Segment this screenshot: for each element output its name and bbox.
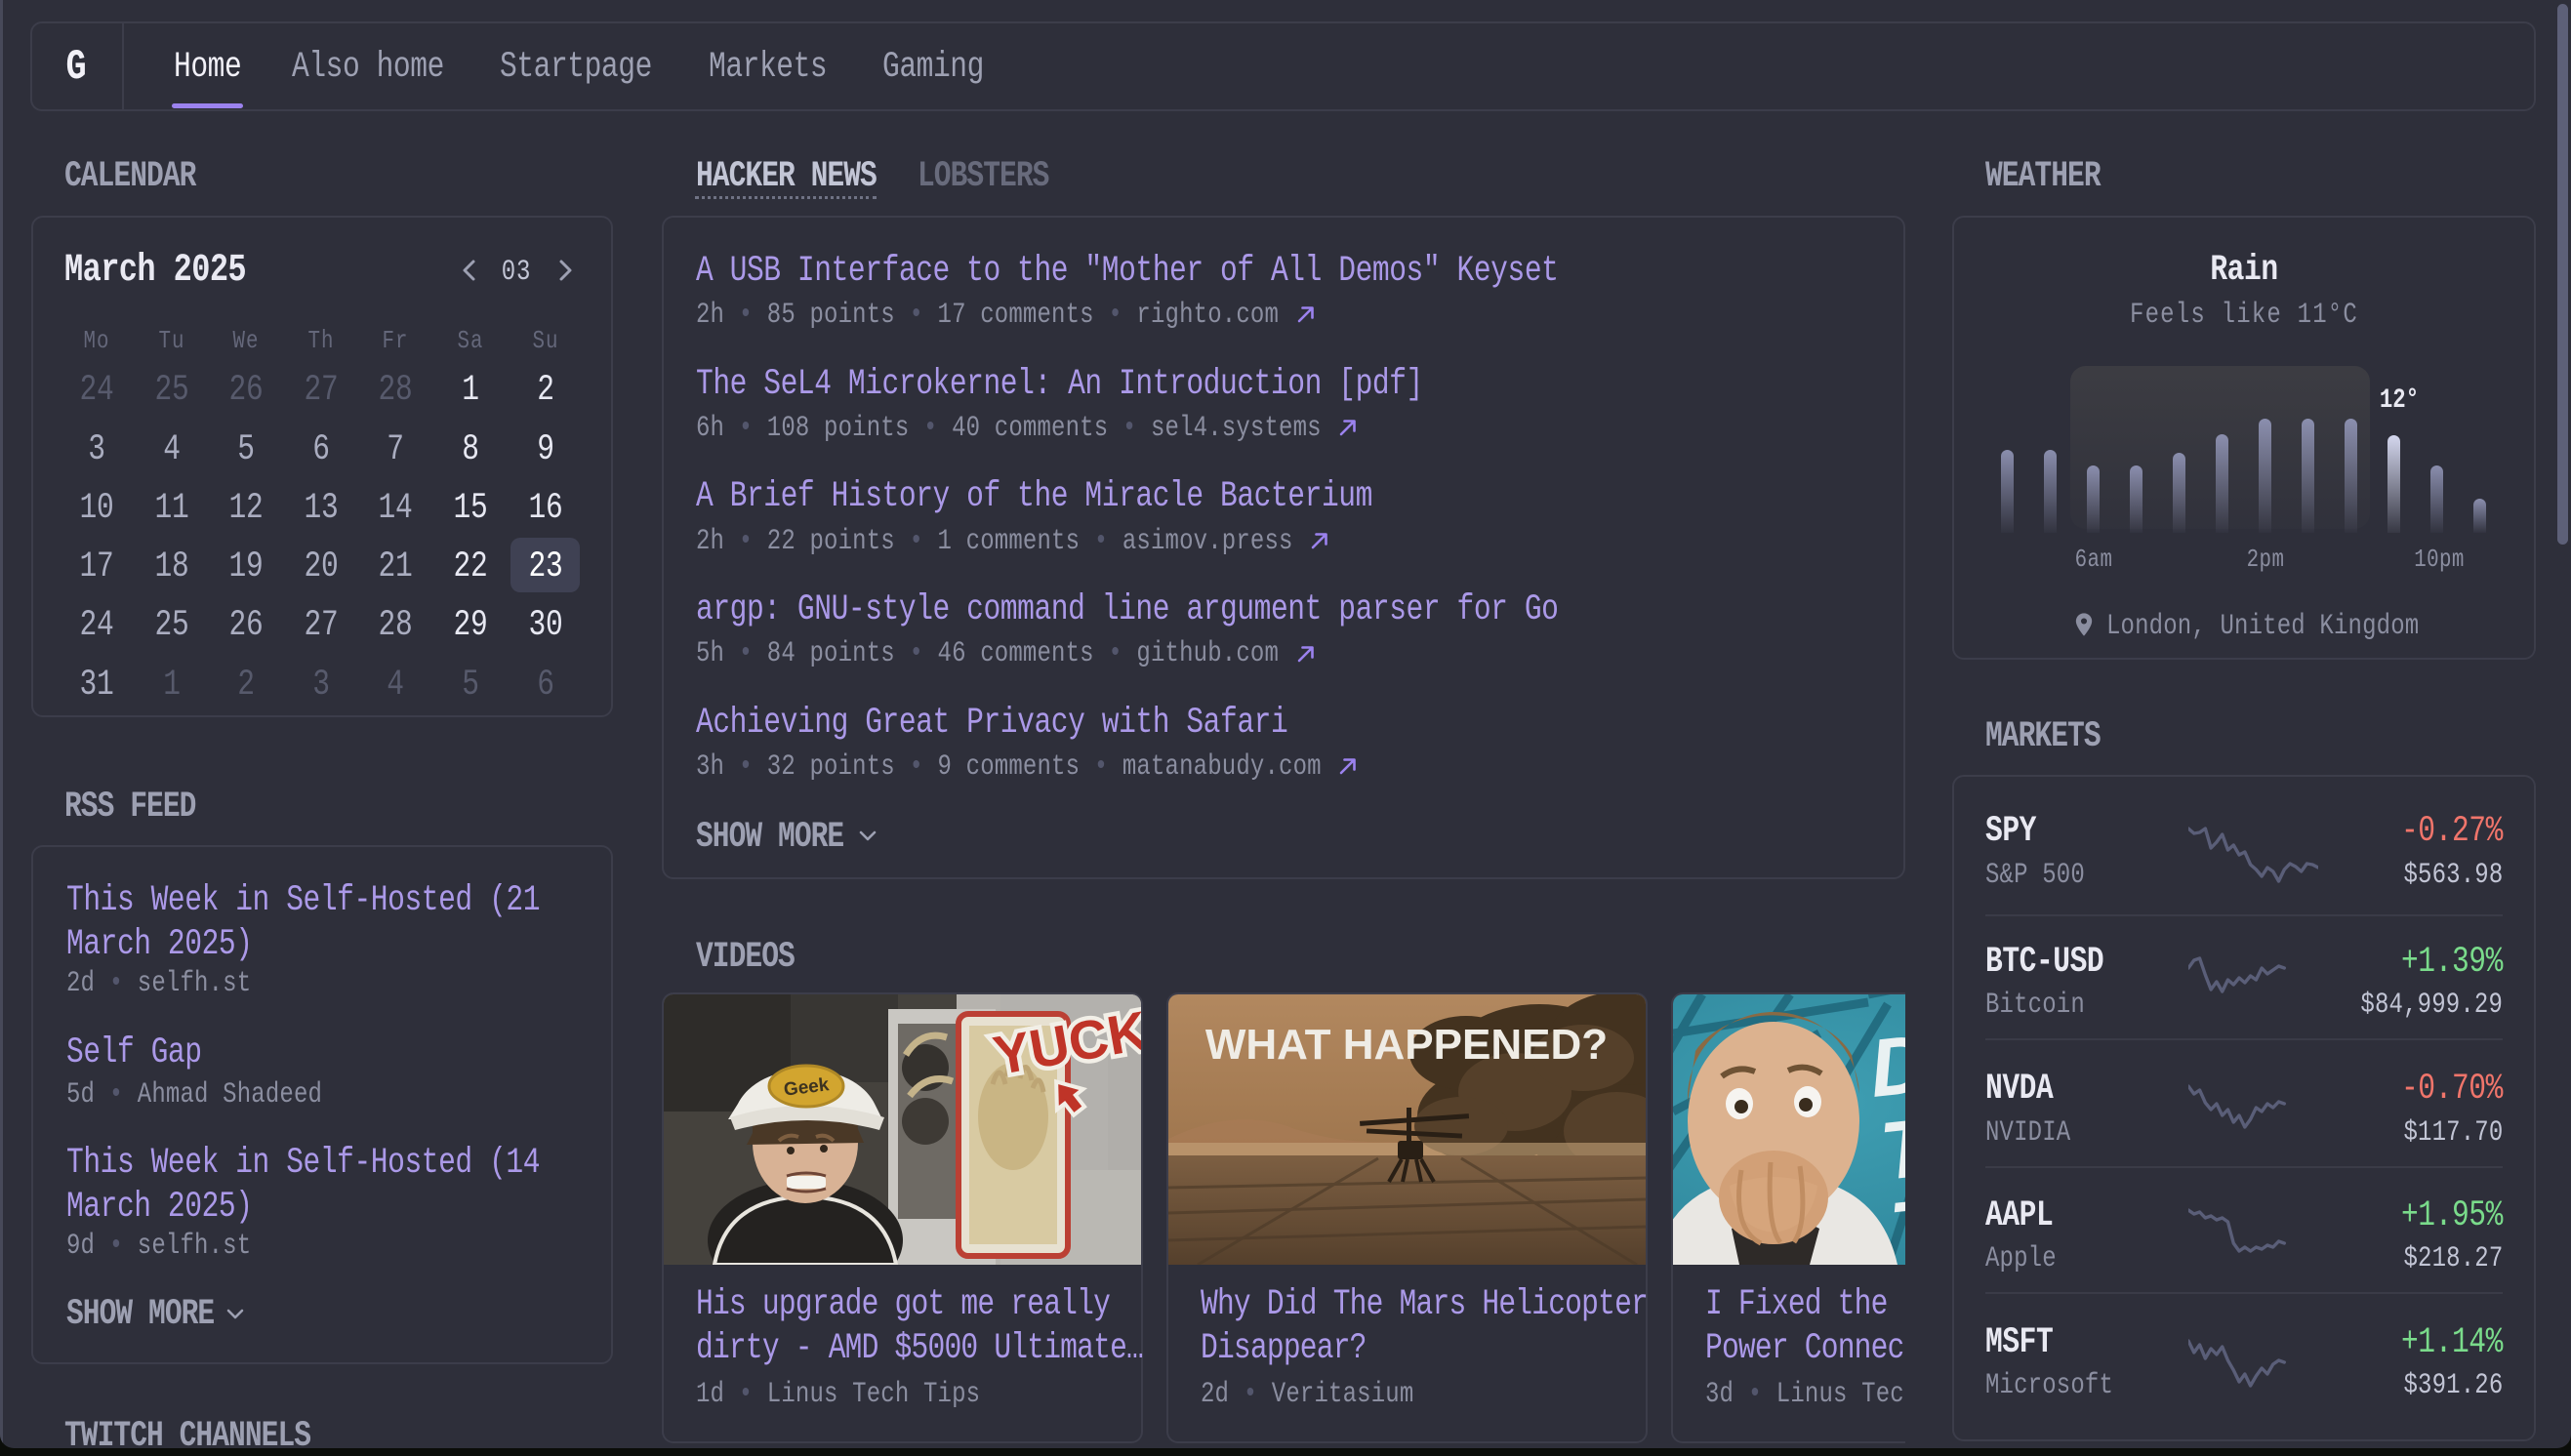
svg-text:WHAT HAPPENED?: WHAT HAPPENED? — [1205, 1021, 1608, 1069]
